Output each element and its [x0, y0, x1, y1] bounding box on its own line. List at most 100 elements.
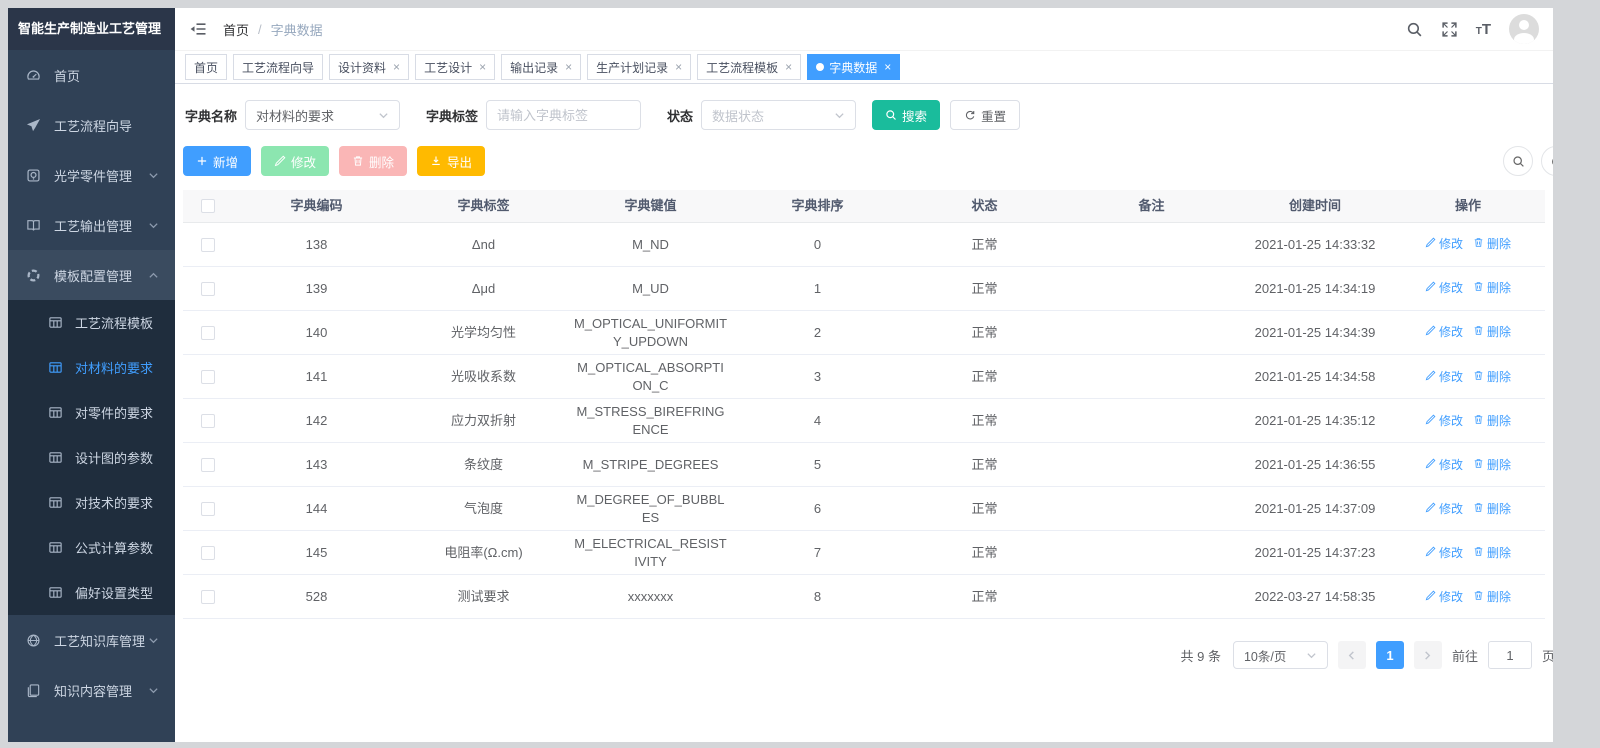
row-delete-link[interactable]: 删除: [1473, 413, 1511, 429]
select-all-checkbox[interactable]: [201, 199, 215, 213]
sidebar-item-4[interactable]: 模板配置管理: [8, 250, 175, 300]
export-button[interactable]: 导出: [417, 146, 485, 176]
sidebar-toggle-icon[interactable]: [189, 21, 207, 37]
row-edit-link[interactable]: 修改: [1425, 369, 1463, 385]
row-delete-link[interactable]: 删除: [1473, 236, 1511, 252]
delete-button[interactable]: 删除: [339, 146, 407, 176]
sidebar-item-label: 对技术的要求: [75, 493, 159, 512]
table-row[interactable]: 141光吸收系数M_OPTICAL_ABSORPTION_C3正常2021-01…: [183, 355, 1545, 399]
tab-0[interactable]: 首页: [185, 54, 227, 80]
cell-remark: [1068, 311, 1235, 354]
close-icon[interactable]: ×: [884, 60, 891, 74]
table-row[interactable]: 528测试要求xxxxxxx8正常2022-03-27 14:58:35修改删除: [183, 575, 1545, 619]
add-button[interactable]: 新增: [183, 146, 251, 176]
edit-button[interactable]: 修改: [261, 146, 329, 176]
table-row[interactable]: 139ΔμdM_UD1正常2021-01-25 14:34:19修改删除: [183, 267, 1545, 311]
sidebar-item-1[interactable]: 工艺流程向导: [8, 100, 175, 150]
sidebar-subitem-2[interactable]: 对零件的要求: [8, 390, 175, 435]
sidebar-subitem-0[interactable]: 工艺流程模板: [8, 300, 175, 345]
table-row[interactable]: 145电阻率(Ω.cm)M_ELECTRICAL_RESISTIVITY7正常2…: [183, 531, 1545, 575]
sidebar-subitem-6[interactable]: 偏好设置类型: [8, 570, 175, 615]
sidebar-subitem-4[interactable]: 对技术的要求: [8, 480, 175, 525]
trash-icon: [1473, 236, 1484, 252]
row-checkbox[interactable]: [201, 590, 215, 604]
show-search-toggle-button[interactable]: [1503, 146, 1533, 176]
tab-4[interactable]: 输出记录×: [501, 54, 581, 80]
row-checkbox[interactable]: [201, 282, 215, 296]
row-edit-link[interactable]: 修改: [1425, 280, 1463, 296]
close-icon[interactable]: ×: [785, 60, 792, 74]
breadcrumb-root[interactable]: 首页: [223, 20, 249, 39]
search-button[interactable]: 搜索: [872, 100, 940, 130]
table-row[interactable]: 143条纹度M_STRIPE_DEGREES5正常2021-01-25 14:3…: [183, 443, 1545, 487]
row-edit-link[interactable]: 修改: [1425, 457, 1463, 473]
cell-value: M_ND: [567, 223, 734, 266]
row-edit-link[interactable]: 修改: [1425, 501, 1463, 517]
tab-6[interactable]: 工艺流程模板×: [697, 54, 801, 80]
cell-created: 2022-03-27 14:58:35: [1235, 575, 1395, 618]
row-delete-link[interactable]: 删除: [1473, 501, 1511, 517]
row-checkbox[interactable]: [201, 238, 215, 252]
row-delete-link[interactable]: 删除: [1473, 280, 1511, 296]
row-edit-link[interactable]: 修改: [1425, 413, 1463, 429]
close-icon[interactable]: ×: [479, 60, 486, 74]
cell-code: 138: [233, 223, 400, 266]
cell-label: 条纹度: [400, 443, 567, 486]
close-icon[interactable]: ×: [565, 60, 572, 74]
row-checkbox[interactable]: [201, 370, 215, 384]
fullscreen-icon[interactable]: [1441, 21, 1458, 38]
tab-3[interactable]: 工艺设计×: [415, 54, 495, 80]
reset-button[interactable]: 重置: [950, 100, 1020, 130]
row-delete-link[interactable]: 删除: [1473, 369, 1511, 385]
cell-sort: 4: [734, 399, 901, 442]
prev-page-button[interactable]: [1338, 641, 1366, 669]
tab-2[interactable]: 设计资料×: [329, 54, 409, 80]
row-select-cell: [183, 355, 233, 398]
avatar[interactable]: [1509, 14, 1539, 44]
row-delete-link[interactable]: 删除: [1473, 457, 1511, 473]
sidebar-item-5[interactable]: 工艺知识库管理: [8, 615, 175, 665]
goto-page-input[interactable]: [1488, 641, 1532, 669]
tab-5[interactable]: 生产计划记录×: [587, 54, 691, 80]
table-row[interactable]: 140光学均匀性M_OPTICAL_UNIFORMITY_UPDOWN2正常20…: [183, 311, 1545, 355]
row-checkbox[interactable]: [201, 414, 215, 428]
row-edit-link[interactable]: 修改: [1425, 545, 1463, 561]
sidebar-item-2[interactable]: 光学零件管理: [8, 150, 175, 200]
sidebar-item-0[interactable]: 首页: [8, 50, 175, 100]
close-icon[interactable]: ×: [675, 60, 682, 74]
search-icon[interactable]: [1406, 21, 1423, 38]
tab-7[interactable]: 字典数据×: [807, 54, 900, 80]
tab-1[interactable]: 工艺流程向导: [233, 54, 323, 80]
page-size-select[interactable]: 10条/页: [1233, 641, 1328, 669]
row-checkbox[interactable]: [201, 326, 215, 340]
next-page-button[interactable]: [1414, 641, 1442, 669]
status-select[interactable]: 数据状态: [701, 100, 856, 130]
row-edit-link[interactable]: 修改: [1425, 236, 1463, 252]
sidebar-subitem-1[interactable]: 对材料的要求: [8, 345, 175, 390]
row-delete-link[interactable]: 删除: [1473, 545, 1511, 561]
font-size-icon[interactable]: TT: [1476, 22, 1491, 37]
sidebar-item-label: 工艺知识库管理: [54, 631, 148, 650]
row-checkbox[interactable]: [201, 458, 215, 472]
page-number-button[interactable]: 1: [1376, 641, 1404, 669]
table-row[interactable]: 144气泡度M_DEGREE_OF_BUBBLES6正常2021-01-25 1…: [183, 487, 1545, 531]
refresh-button[interactable]: [1541, 146, 1553, 176]
table-row[interactable]: 142应力双折射M_STRESS_BIREFRINGENCE4正常2021-01…: [183, 399, 1545, 443]
dict-label-input[interactable]: [486, 100, 641, 130]
row-checkbox[interactable]: [201, 502, 215, 516]
row-edit-link[interactable]: 修改: [1425, 324, 1463, 340]
table-row[interactable]: 138ΔndM_ND0正常2021-01-25 14:33:32修改删除: [183, 223, 1545, 267]
table-header: 字典编码字典标签字典键值字典排序状态备注创建时间操作: [183, 190, 1545, 223]
row-edit-link[interactable]: 修改: [1425, 589, 1463, 605]
cell-sort: 1: [734, 267, 901, 310]
close-icon[interactable]: ×: [393, 60, 400, 74]
toolbar: 新增 修改 删除 导出: [183, 146, 1545, 176]
sidebar-subitem-5[interactable]: 公式计算参数: [8, 525, 175, 570]
row-checkbox[interactable]: [201, 546, 215, 560]
row-delete-link[interactable]: 删除: [1473, 589, 1511, 605]
row-delete-link[interactable]: 删除: [1473, 324, 1511, 340]
sidebar-item-3[interactable]: 工艺输出管理: [8, 200, 175, 250]
sidebar-item-6[interactable]: 知识内容管理: [8, 665, 175, 715]
dict-name-select[interactable]: 对材料的要求: [245, 100, 400, 130]
sidebar-subitem-3[interactable]: 设计图的参数: [8, 435, 175, 480]
